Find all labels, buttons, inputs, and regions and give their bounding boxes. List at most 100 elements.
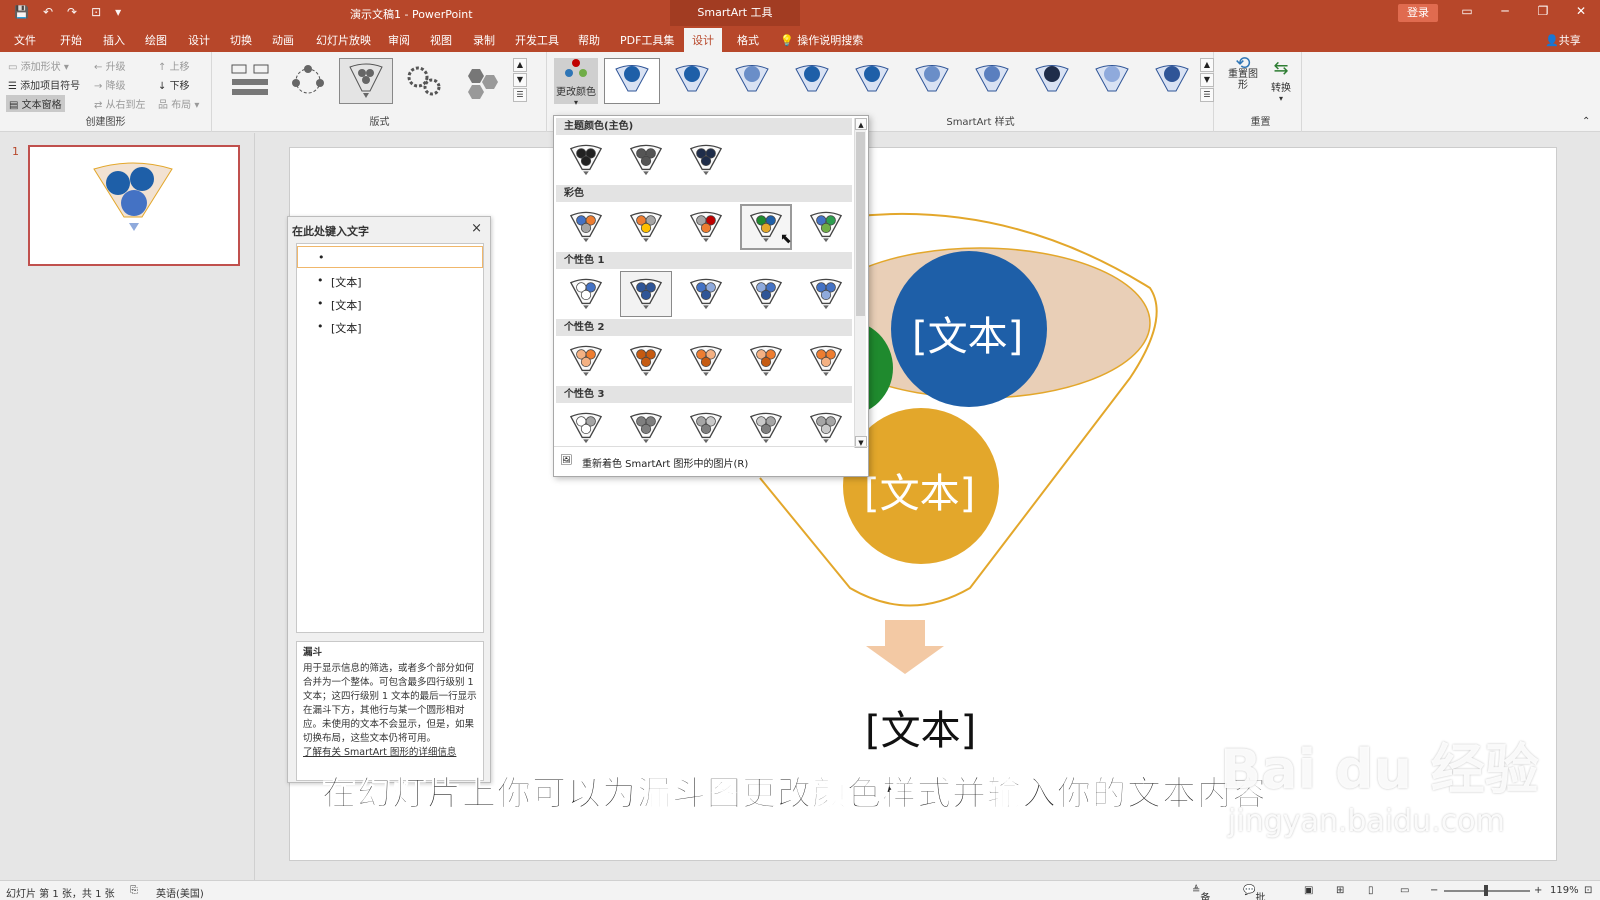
color-option[interactable] (680, 338, 732, 384)
color-option[interactable] (620, 204, 672, 250)
promote-button[interactable]: ← 升级 (94, 58, 126, 73)
color-option[interactable] (800, 204, 852, 250)
more-icon[interactable]: ☰ (513, 88, 527, 102)
color-option[interactable] (620, 405, 672, 451)
layout-button[interactable]: 品 布局 ▾ (158, 96, 199, 111)
layout-option-cycle[interactable] (281, 58, 335, 104)
close-icon[interactable]: × (471, 221, 482, 236)
layout-option-gears[interactable] (397, 58, 451, 104)
color-option[interactable] (680, 405, 732, 451)
customize-qat-icon[interactable]: ▾ (115, 5, 121, 19)
color-option[interactable] (680, 204, 732, 250)
tab-slideshow[interactable]: 幻灯片放映 (316, 32, 371, 48)
color-option[interactable] (560, 204, 612, 250)
tab-record[interactable]: 录制 (473, 32, 495, 48)
right-to-left-button[interactable]: ⇄ 从右到左 (94, 96, 146, 111)
ribbon-display-icon[interactable]: ▭ (1452, 4, 1482, 18)
move-up-button[interactable]: ↑ 上移 (158, 58, 190, 73)
minimize-button[interactable]: ─ (1490, 4, 1520, 18)
tab-insert[interactable]: 插入 (103, 32, 125, 48)
tab-draw[interactable]: 绘图 (145, 32, 167, 48)
circle-yellow-text[interactable]: [文本] (864, 461, 975, 519)
color-option[interactable] (740, 405, 792, 451)
color-option[interactable] (620, 137, 672, 183)
tab-pdf-tools[interactable]: PDF工具集 (620, 32, 674, 48)
scroll-thumb[interactable] (856, 132, 865, 316)
smartart-style-option[interactable] (664, 58, 720, 104)
fit-slide-icon[interactable]: ⊡ (1584, 885, 1592, 896)
zoom-slider-handle[interactable] (1484, 885, 1488, 896)
undo-icon[interactable]: ↶ (43, 5, 53, 19)
smartart-style-option[interactable] (1144, 58, 1200, 104)
text-pane-button[interactable]: ▤ 文本窗格 (6, 95, 65, 112)
reading-view-icon[interactable]: ▯ (1368, 885, 1374, 896)
tab-help[interactable]: 帮助 (578, 32, 600, 48)
color-option[interactable] (560, 405, 612, 451)
language-status[interactable]: 英语(美国) (156, 885, 204, 900)
notes-button[interactable]: ≜ 备注 (1192, 885, 1210, 900)
list-item[interactable]: • [文本] (297, 316, 483, 338)
tab-transitions[interactable]: 切换 (230, 32, 252, 48)
spell-check-icon[interactable]: ⎘ (130, 885, 138, 896)
color-option[interactable] (560, 271, 612, 317)
tell-me-search[interactable]: 💡 操作说明搜索 (780, 32, 863, 48)
smartart-style-option[interactable] (784, 58, 840, 104)
slide-thumbnail[interactable] (28, 145, 240, 266)
smartart-style-option[interactable] (904, 58, 960, 104)
recolor-pictures-option[interactable]: 🖼 重新着色 SmartArt 图形中的图片(R) (554, 446, 868, 476)
list-item[interactable]: • [文本] (297, 270, 483, 292)
close-button[interactable]: ✕ (1566, 4, 1596, 18)
slide-sorter-icon[interactable]: ⊞ (1336, 885, 1344, 896)
move-down-button[interactable]: ↓ 下移 (158, 77, 190, 92)
tab-smartart-design[interactable]: 设计 (684, 28, 722, 52)
chevron-up-icon[interactable]: ▲ (855, 118, 867, 130)
chevron-down-icon[interactable]: ▼ (1200, 73, 1214, 87)
color-option[interactable] (740, 338, 792, 384)
smartart-style-option[interactable] (964, 58, 1020, 104)
tab-animations[interactable]: 动画 (272, 32, 294, 48)
tab-developer[interactable]: 开发工具 (515, 32, 559, 48)
color-option[interactable] (560, 338, 612, 384)
color-option[interactable] (560, 137, 612, 183)
chevron-down-icon[interactable]: ▼ (513, 73, 527, 87)
demote-button[interactable]: → 降级 (94, 77, 126, 92)
tab-design[interactable]: 设计 (188, 32, 210, 48)
layouts-scroll[interactable]: ▲ ▼ ☰ (513, 58, 527, 103)
convert-button[interactable]: ⇆ 转换 ▾ (1266, 58, 1296, 103)
add-shape-button[interactable]: ▭ 添加形状 ▾ (8, 58, 69, 73)
dropdown-scrollbar[interactable]: ▲ ▼ (854, 118, 867, 448)
color-option[interactable] (620, 338, 672, 384)
smartart-style-option[interactable] (1024, 58, 1080, 104)
zoom-level[interactable]: 119% (1550, 885, 1579, 896)
restore-button[interactable]: ❐ (1528, 4, 1558, 18)
collapse-ribbon-icon[interactable]: ⌃ (1582, 116, 1590, 127)
share-button[interactable]: 👤共享 (1545, 32, 1581, 48)
tab-file[interactable]: 文件 (14, 32, 36, 48)
layout-option-funnel[interactable] (339, 58, 393, 104)
color-option[interactable] (800, 338, 852, 384)
tab-home[interactable]: 开始 (60, 32, 82, 48)
layout-option-hexagons[interactable] (455, 58, 509, 104)
layout-option-hierarchy[interactable] (223, 58, 277, 104)
color-option[interactable] (800, 405, 852, 451)
smartart-style-option[interactable] (844, 58, 900, 104)
save-icon[interactable]: 💾 (14, 5, 29, 19)
comments-button[interactable]: 💬 批注 (1243, 885, 1265, 900)
color-option[interactable] (680, 137, 732, 183)
tab-view[interactable]: 视图 (430, 32, 452, 48)
learn-more-link[interactable]: 了解有关 SmartArt 图形的详细信息 (303, 746, 477, 760)
tab-review[interactable]: 审阅 (388, 32, 410, 48)
color-option[interactable] (680, 271, 732, 317)
tab-format[interactable]: 格式 (737, 32, 759, 48)
redo-icon[interactable]: ↷ (67, 5, 77, 19)
normal-view-icon[interactable]: ▣ (1304, 885, 1313, 896)
list-item[interactable]: • (297, 246, 483, 268)
circle-blue-text[interactable]: [文本] (912, 304, 1023, 362)
slideshow-icon[interactable]: ▭ (1400, 885, 1409, 896)
chevron-up-icon[interactable]: ▲ (513, 58, 527, 72)
smartart-style-option[interactable] (604, 58, 660, 104)
start-from-beginning-icon[interactable]: ⊡ (91, 5, 101, 19)
login-button[interactable]: 登录 (1398, 4, 1438, 22)
smartart-style-option[interactable] (724, 58, 780, 104)
styles-scroll[interactable]: ▲ ▼ ☰ (1200, 58, 1214, 103)
